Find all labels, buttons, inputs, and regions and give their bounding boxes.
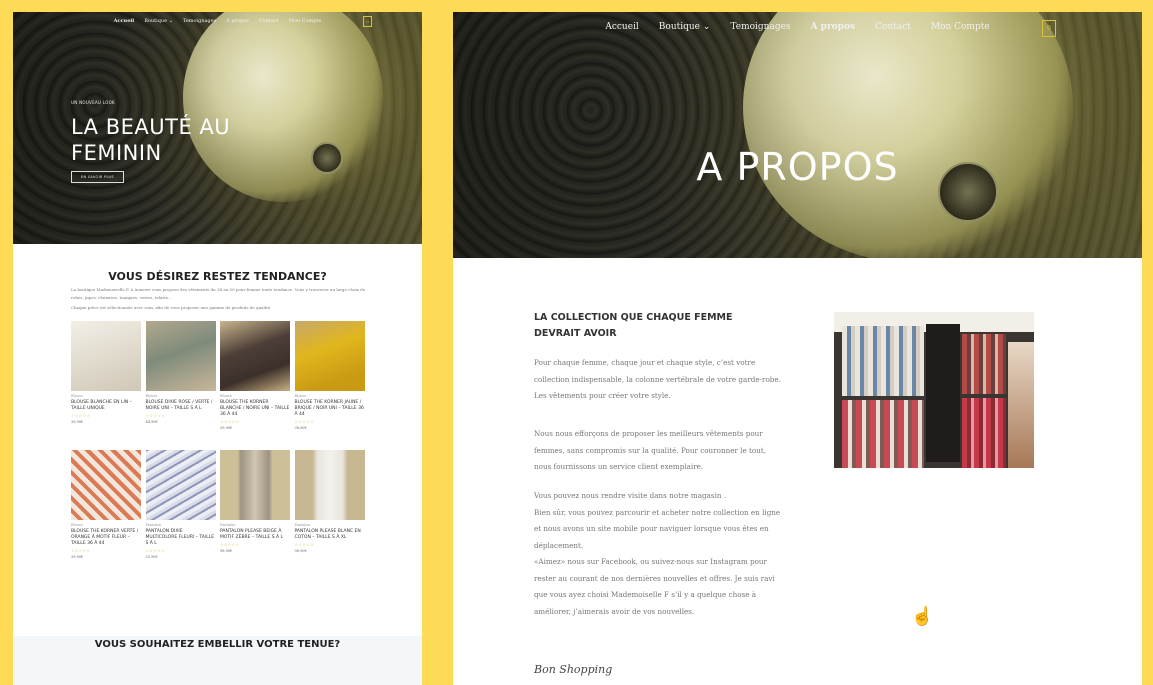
nav-contact[interactable]: Contact (875, 22, 911, 32)
product-category: Pantalon (145, 523, 162, 527)
product-image[interactable] (145, 450, 216, 520)
nav-temoignages[interactable]: Temoignages (183, 18, 216, 24)
home-page-preview: Accueil Boutique ⌄ Temoignages A propos … (13, 12, 422, 685)
product-price: 38,90€ (294, 426, 307, 430)
bottom-section-title: VOUS SOUHAITEZ EMBELLIR VOTRE TENUE? (94, 639, 341, 650)
product-grid-row-2: Blouse BLOUSE THE KORNER VERTE / ORANGE … (71, 450, 365, 559)
nav-mon-compte[interactable]: Mon Compte (289, 18, 322, 24)
rating-stars-icon: ☆☆☆☆☆ (220, 419, 240, 424)
chevron-down-icon: ⌄ (702, 22, 711, 32)
product-category: Blouse (220, 394, 232, 398)
chevron-down-icon: ⌄ (168, 18, 173, 24)
product-image[interactable] (71, 321, 141, 391)
hero-overlay (453, 12, 1142, 258)
product-image[interactable] (71, 450, 141, 520)
product-image[interactable] (145, 321, 216, 391)
page-title: A PROPOS (696, 145, 899, 189)
product-image[interactable] (294, 321, 365, 391)
section-title: VOUS DÉSIREZ RESTEZ TENDANCE? (108, 270, 327, 283)
product-name[interactable]: BLOUSE DIXIE ROSE / VERTE / NOIRE UNI – … (146, 400, 216, 412)
product-card[interactable]: Blouse BLOUSE THE KORNER BLANCHE / NOIRE… (220, 321, 290, 430)
product-price: 98,90€ (294, 549, 307, 553)
nav-contact[interactable]: Contact (259, 18, 279, 24)
product-price: 55,90€ (145, 555, 158, 559)
intro-text-2: Chaque pièce est sélectionnée avec soin,… (71, 305, 272, 310)
rating-stars-icon: ☆☆☆☆☆ (220, 542, 240, 547)
product-price: 44,90€ (145, 420, 158, 424)
nav-boutique-label: Boutique (144, 18, 168, 24)
cart-icon[interactable]: 0 (1042, 20, 1056, 37)
nav-boutique[interactable]: Boutique ⌄ (659, 22, 711, 32)
product-image[interactable] (220, 321, 290, 391)
product-card[interactable]: Pantalon PANTALON PLEASE BEIGE À MOTIF Z… (220, 450, 290, 559)
signature: Bon Shopping (534, 663, 613, 676)
product-price: 39,90€ (71, 555, 84, 559)
product-card[interactable]: Blouse BLOUSE THE KORNER JAUNE / BRIQUE … (294, 321, 365, 430)
nav-temoignages[interactable]: Temoignages (730, 22, 790, 32)
nav-boutique-label: Boutique (658, 22, 701, 32)
main-nav: Accueil Boutique ⌄ Temoignages A propos … (13, 18, 422, 24)
product-grid-row-1: Blouse BLOUSE BLANCHE EN LIN – TAILLE UN… (71, 321, 365, 430)
product-category: Blouse (71, 523, 83, 527)
learn-more-button[interactable]: EN SAVOIR PLUS (71, 171, 124, 183)
product-card[interactable]: Blouse BLOUSE DIXIE ROSE / VERTE / NOIRE… (145, 321, 216, 430)
product-price: 98,90€ (220, 549, 233, 553)
collection-heading: LA COLLECTION QUE CHAQUE FEMME DEVRAIT A… (534, 312, 733, 339)
intro-text: La boutique Mademoiselle F. à Auxerre vo… (71, 287, 366, 300)
main-nav: Accueil Boutique ⌄ Temoignages A propos … (453, 22, 1142, 32)
hand-cursor-icon: ☝ (911, 606, 934, 627)
home-hero-banner: Accueil Boutique ⌄ Temoignages A propos … (13, 12, 422, 244)
store-photo (834, 312, 1034, 468)
product-name[interactable]: PANTALON PLEASE BEIGE À MOTIF ZÈBRE – TA… (220, 529, 290, 541)
product-card[interactable]: Pantalon PANTALON DIXIE MULTICOLORE FLEU… (145, 450, 216, 559)
nav-boutique[interactable]: Boutique ⌄ (144, 18, 173, 24)
product-card[interactable]: Blouse BLOUSE THE KORNER VERTE / ORANGE … (71, 450, 141, 559)
nav-accueil[interactable]: Accueil (605, 22, 638, 32)
product-image[interactable] (294, 450, 365, 520)
rating-stars-icon: ☆☆☆☆☆ (71, 548, 91, 553)
about-paragraph-2: Nous nous efforçons de proposer les meil… (534, 429, 767, 471)
rating-stars-icon: ☆☆☆☆☆ (294, 419, 314, 424)
product-category: Blouse (145, 394, 158, 398)
nav-accueil[interactable]: Accueil (114, 18, 135, 24)
about-paragraph-3: Vous pouvez nous rendre visite dans notr… (534, 491, 781, 616)
product-name[interactable]: BLOUSE BLANCHE EN LIN – TAILLE UNIQUE (71, 400, 141, 412)
about-page-preview: Accueil Boutique ⌄ Temoignages A propos … (453, 12, 1142, 685)
about-paragraph-1: Pour chaque femme, chaque jour et chaque… (534, 358, 781, 400)
product-image[interactable] (220, 450, 290, 520)
product-name[interactable]: PANTALON DIXIE MULTICOLORE FLEURI – TAIL… (146, 529, 216, 547)
about-hero-banner: Accueil Boutique ⌄ Temoignages A propos … (453, 12, 1142, 258)
nav-mon-compte[interactable]: Mon Compte (931, 22, 990, 32)
product-card[interactable]: Blouse BLOUSE BLANCHE EN LIN – TAILLE UN… (71, 321, 141, 430)
product-name[interactable]: BLOUSE THE KORNER BLANCHE / NOIRE UNI – … (220, 400, 290, 418)
product-price: 39,90€ (220, 426, 233, 430)
hero-kicker: UN NOUVEAU LOOK (71, 100, 115, 105)
product-category: Blouse (294, 394, 307, 398)
product-category: Pantalon (220, 523, 236, 527)
nav-a-propos[interactable]: A propos (226, 18, 249, 24)
product-category: Pantalon (294, 523, 311, 527)
hero-title: LA BEAUTÉ AU FEMININ (71, 115, 231, 165)
product-price: 39,90€ (71, 420, 84, 424)
product-name[interactable]: BLOUSE THE KORNER JAUNE / BRIQUE / NOIR … (295, 400, 365, 418)
product-name[interactable]: BLOUSE THE KORNER VERTE / ORANGE À MOTIF… (71, 529, 141, 547)
rating-stars-icon: ☆☆☆☆☆ (71, 413, 91, 418)
rating-stars-icon: ☆☆☆☆☆ (145, 413, 165, 418)
product-category: Blouse (71, 394, 83, 398)
cart-icon[interactable]: 0 (363, 16, 372, 27)
product-name[interactable]: PANTALON PLEASE BLANC EN COTON – TAILLE … (295, 529, 365, 541)
rating-stars-icon: ☆☆☆☆☆ (294, 542, 314, 547)
nav-a-propos[interactable]: A propos (811, 22, 856, 32)
rating-stars-icon: ☆☆☆☆☆ (145, 548, 165, 553)
product-card[interactable]: Pantalon PANTALON PLEASE BLANC EN COTON … (294, 450, 365, 559)
